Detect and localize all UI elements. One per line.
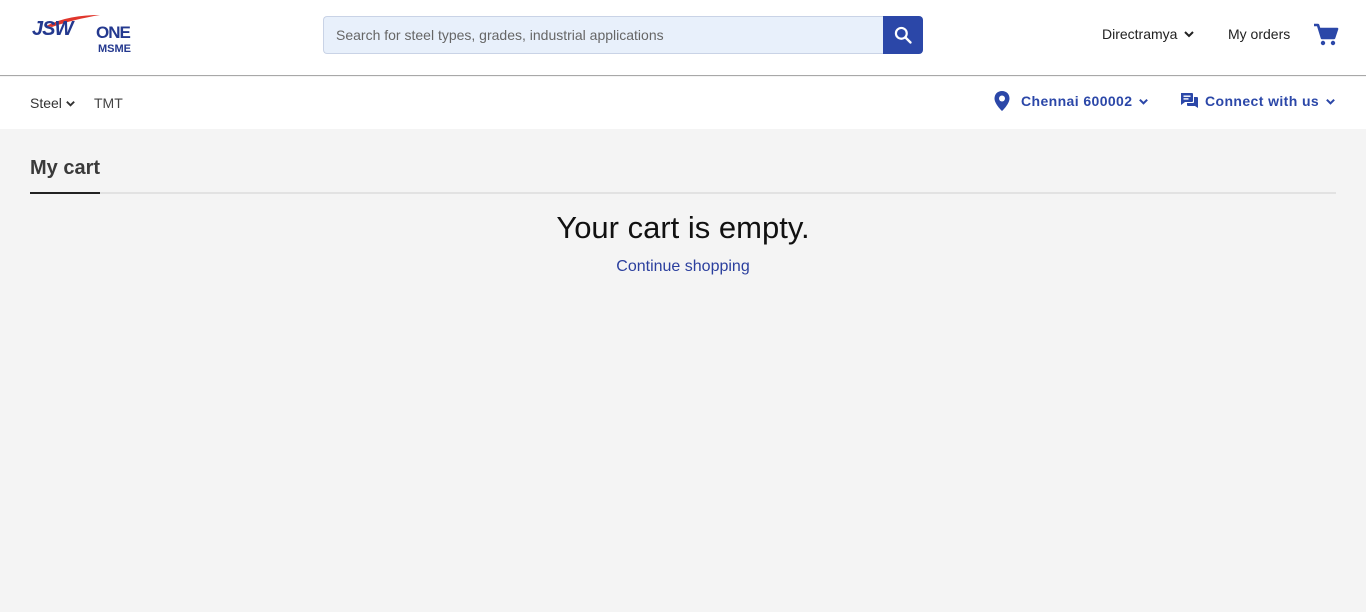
logo-brand-text: JSW bbox=[32, 18, 73, 40]
search-button[interactable] bbox=[883, 16, 923, 54]
logo-sub-text: MSME bbox=[98, 43, 131, 55]
search-icon bbox=[894, 26, 912, 44]
top-header: JSW ONE MSME Directramya My orders bbox=[0, 0, 1366, 76]
location-pin-icon bbox=[994, 91, 1010, 111]
nav-item-steel[interactable]: Steel bbox=[30, 95, 76, 111]
my-orders-link[interactable]: My orders bbox=[1228, 26, 1290, 42]
connect-with-us-label: Connect with us bbox=[1205, 93, 1320, 109]
connect-with-us-menu[interactable]: Connect with us bbox=[1179, 91, 1336, 111]
location-selector[interactable]: Chennai 600002 bbox=[993, 90, 1149, 112]
chevron-down-icon bbox=[1326, 98, 1336, 105]
location-text: Chennai 600002 bbox=[1021, 93, 1133, 109]
chat-bubbles-icon bbox=[1181, 93, 1198, 108]
cart-button[interactable] bbox=[1313, 23, 1339, 52]
user-name: Directramya bbox=[1102, 26, 1178, 42]
cart-tabs: My cart bbox=[30, 149, 1336, 194]
chevron-down-icon bbox=[1139, 98, 1149, 105]
chevron-down-icon bbox=[1184, 31, 1195, 38]
jsw-one-msme-logo[interactable]: JSW ONE MSME bbox=[32, 14, 142, 58]
tab-my-cart[interactable]: My cart bbox=[30, 157, 101, 194]
category-nav: Steel TMT Chennai 600002 Connect with us bbox=[0, 77, 1366, 129]
nav-item-tmt[interactable]: TMT bbox=[94, 95, 123, 111]
user-menu[interactable]: Directramya bbox=[1102, 26, 1195, 42]
chevron-down-icon bbox=[66, 100, 75, 107]
search-bar bbox=[323, 16, 923, 54]
search-input[interactable] bbox=[323, 16, 884, 54]
empty-cart-message: Your cart is empty. bbox=[556, 210, 810, 245]
logo-product-text: ONE bbox=[96, 23, 131, 42]
nav-item-label: Steel bbox=[30, 95, 62, 111]
cart-icon bbox=[1314, 23, 1339, 46]
continue-shopping-link[interactable]: Continue shopping bbox=[616, 258, 749, 275]
continue-shopping-container: Continue shopping bbox=[0, 258, 1366, 276]
